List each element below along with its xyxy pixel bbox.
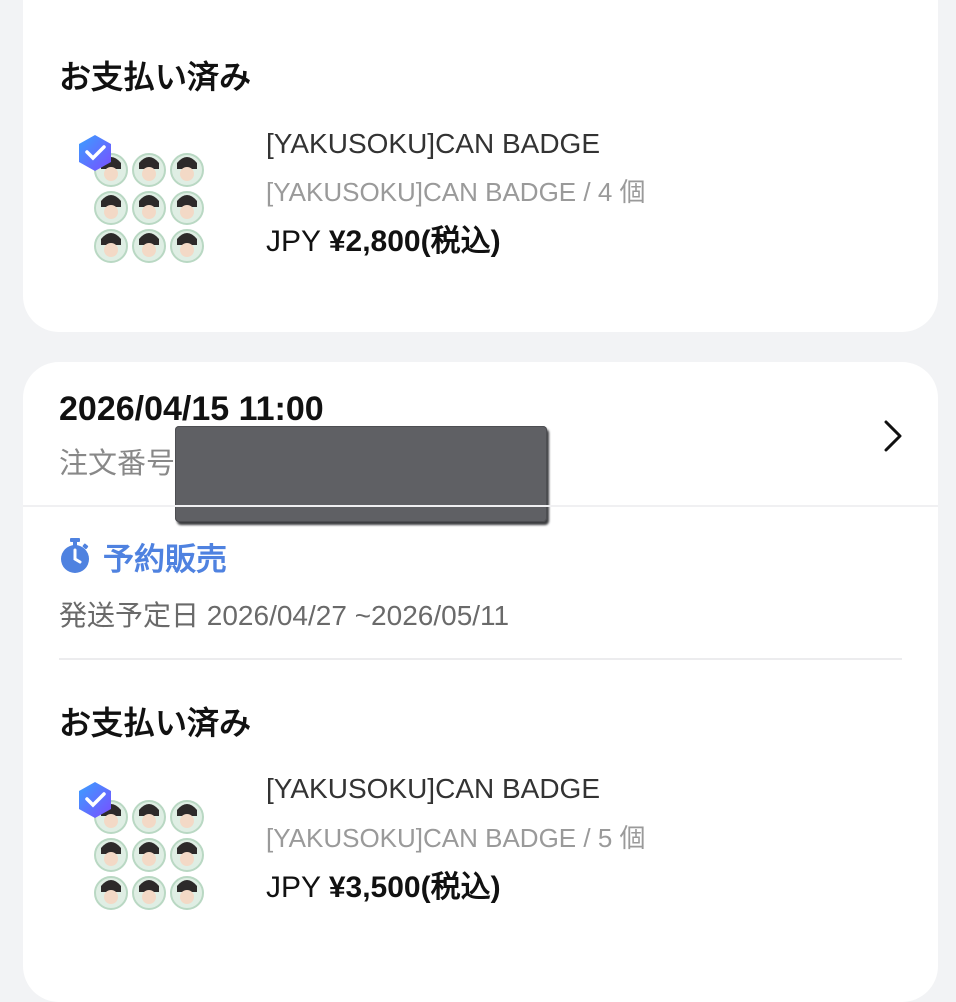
price-amount: ¥3,500(税込) bbox=[328, 871, 501, 904]
chevron-right-icon[interactable] bbox=[881, 418, 905, 454]
price-amount: ¥2,800(税込) bbox=[328, 225, 501, 258]
payment-status: お支払い済み bbox=[59, 59, 252, 95]
product-title[interactable]: [YAKUSOKU]CAN BADGE bbox=[266, 128, 600, 160]
product-option: [YAKUSOKU]CAN BADGE / 4 個 bbox=[266, 177, 646, 207]
divider bbox=[23, 505, 938, 507]
product-option: [YAKUSOKU]CAN BADGE / 5 個 bbox=[266, 823, 646, 853]
payment-status: お支払い済み bbox=[59, 705, 252, 741]
divider bbox=[59, 658, 902, 660]
shipping-schedule: 発送予定日 2026/04/27 ~2026/05/11 bbox=[59, 600, 510, 631]
order-number-label: 注文番号 bbox=[59, 448, 176, 480]
price-currency: JPY bbox=[266, 225, 321, 258]
order-datetime: 2026/04/15 11:00 bbox=[59, 390, 324, 428]
can-badge-image bbox=[79, 135, 204, 263]
redaction-block bbox=[175, 426, 547, 522]
stopwatch-icon bbox=[61, 538, 89, 573]
product-thumbnail[interactable] bbox=[73, 782, 223, 927]
product-price: JPY ¥3,500(税込) bbox=[266, 862, 501, 906]
product-thumbnail[interactable] bbox=[73, 135, 223, 280]
can-badge-image bbox=[79, 782, 204, 910]
sale-type: 予約販売 bbox=[59, 536, 227, 577]
sale-type-label: 予約販売 bbox=[103, 541, 227, 577]
price-currency: JPY bbox=[266, 871, 321, 904]
order-card: 2026/04/15 11:00 注文番号 予約販売 発送予定日 2026/04… bbox=[23, 362, 938, 1002]
product-price: JPY ¥2,800(税込) bbox=[266, 216, 501, 260]
order-card-previous: お支払い済み [YAKUSOKU]CAN BADGE [YAKUSOKU]CAN… bbox=[23, 0, 938, 332]
product-title[interactable]: [YAKUSOKU]CAN BADGE bbox=[266, 773, 600, 805]
